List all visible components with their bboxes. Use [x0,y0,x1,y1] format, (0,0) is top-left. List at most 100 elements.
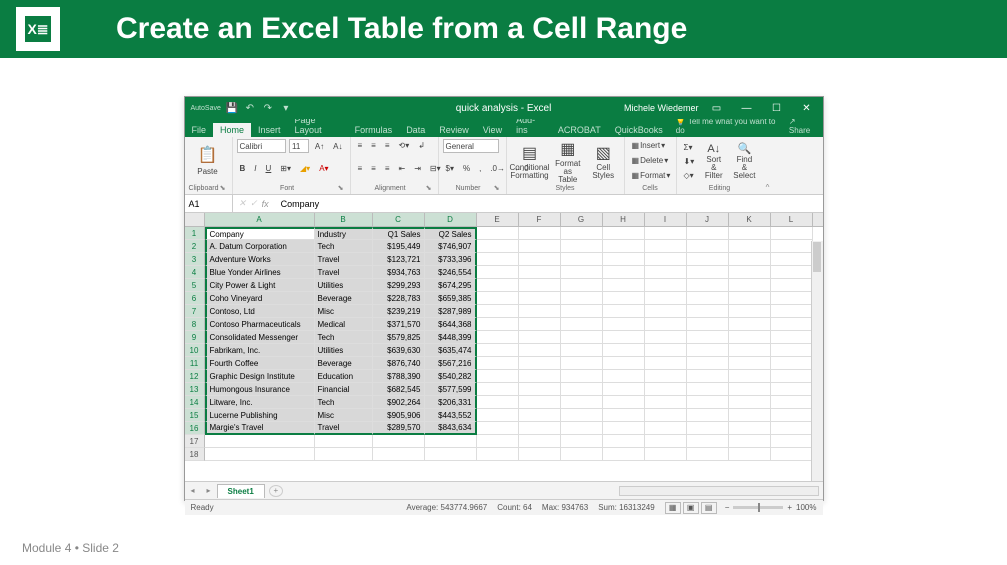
cell[interactable] [561,292,603,305]
cell[interactable] [603,318,645,331]
col-header-f[interactable]: F [519,213,561,226]
cell[interactable]: Utilities [315,344,373,357]
cell[interactable]: Medical [315,318,373,331]
cell[interactable] [729,266,771,279]
zoom-level[interactable]: 100% [796,503,816,512]
cell[interactable] [771,435,813,448]
align-center-icon[interactable]: ≡ [368,162,379,175]
cell[interactable]: $579,825 [373,331,425,344]
cell[interactable] [687,305,729,318]
cell[interactable]: Travel [315,266,373,279]
cell[interactable] [771,409,813,422]
cell[interactable] [729,344,771,357]
tab-formulas[interactable]: Formulas [348,123,400,137]
sort-filter-button[interactable]: A↓Sort & Filter [700,140,727,182]
cell[interactable] [687,292,729,305]
cell[interactable] [771,266,813,279]
increase-decimal-icon[interactable]: .0→ [487,162,508,175]
cell[interactable]: Lucerne Publishing [205,409,315,422]
cell[interactable]: $746,907 [425,240,477,253]
cell[interactable] [477,292,519,305]
col-header-i[interactable]: I [645,213,687,226]
cell[interactable]: $934,763 [373,266,425,279]
tab-data[interactable]: Data [399,123,432,137]
save-icon[interactable]: 💾 [225,101,239,115]
cell[interactable] [561,240,603,253]
name-box[interactable]: A1 [185,195,233,212]
cell[interactable]: Humongous Insurance [205,383,315,396]
cell[interactable]: $788,390 [373,370,425,383]
align-right-icon[interactable]: ≡ [382,162,393,175]
cell[interactable] [315,448,373,461]
cell[interactable]: $682,545 [373,383,425,396]
cell[interactable] [373,448,425,461]
cell[interactable] [729,318,771,331]
percent-format-icon[interactable]: % [460,162,473,175]
cell[interactable] [687,448,729,461]
tab-home[interactable]: Home [213,123,251,137]
fill-color-icon[interactable]: ◢▾ [297,162,313,175]
cell[interactable] [645,383,687,396]
cell[interactable] [519,227,561,240]
cell[interactable] [729,422,771,435]
cell[interactable]: Margie's Travel [205,422,315,435]
cell[interactable] [729,240,771,253]
tab-file[interactable]: File [185,123,214,137]
row-header[interactable]: 5 [185,279,205,292]
cell[interactable] [687,422,729,435]
cell[interactable] [519,292,561,305]
align-middle-icon[interactable]: ≡ [368,139,379,152]
cell[interactable]: $228,783 [373,292,425,305]
cell[interactable] [477,331,519,344]
select-all-corner[interactable] [185,213,205,226]
qat-customize-icon[interactable]: ▾ [279,101,293,115]
cell[interactable] [603,422,645,435]
cell[interactable] [477,344,519,357]
cell[interactable] [729,383,771,396]
cell[interactable] [687,370,729,383]
minimize-icon[interactable]: — [735,99,759,117]
cell[interactable] [519,253,561,266]
cell[interactable]: $674,295 [425,279,477,292]
cell[interactable] [687,279,729,292]
clear-icon[interactable]: ◇▾ [681,169,698,182]
cell[interactable] [771,279,813,292]
cell[interactable] [477,318,519,331]
underline-button[interactable]: U [263,162,275,175]
align-top-icon[interactable]: ≡ [355,139,366,152]
cell[interactable] [771,253,813,266]
cell[interactable] [603,357,645,370]
row-header[interactable]: 1 [185,227,205,240]
row-header[interactable]: 17 [185,435,205,448]
cell[interactable] [687,409,729,422]
cell[interactable]: Tech [315,396,373,409]
cell[interactable]: $635,474 [425,344,477,357]
col-header-a[interactable]: A [205,213,315,226]
cell[interactable] [561,383,603,396]
cell[interactable] [603,409,645,422]
page-layout-view-icon[interactable]: ▣ [683,502,699,514]
cell[interactable] [477,227,519,240]
cell[interactable] [519,305,561,318]
alignment-launcher-icon[interactable]: ⬊ [426,184,434,192]
font-name-select[interactable]: Calibri [237,139,286,153]
cell[interactable]: $876,740 [373,357,425,370]
cell[interactable] [603,344,645,357]
cell[interactable]: $246,554 [425,266,477,279]
cell[interactable]: Misc [315,305,373,318]
cell[interactable] [519,370,561,383]
cell[interactable] [603,240,645,253]
cell[interactable] [729,357,771,370]
tab-review[interactable]: Review [432,123,476,137]
cell[interactable] [477,279,519,292]
accounting-format-icon[interactable]: $▾ [443,162,457,175]
cell[interactable]: Contoso, Ltd [205,305,315,318]
cell[interactable] [561,318,603,331]
cell[interactable] [771,396,813,409]
cell[interactable] [729,331,771,344]
font-size-select[interactable]: 11 [289,139,309,153]
cell[interactable] [519,409,561,422]
cell[interactable] [561,227,603,240]
cell[interactable] [603,435,645,448]
cell[interactable] [687,383,729,396]
